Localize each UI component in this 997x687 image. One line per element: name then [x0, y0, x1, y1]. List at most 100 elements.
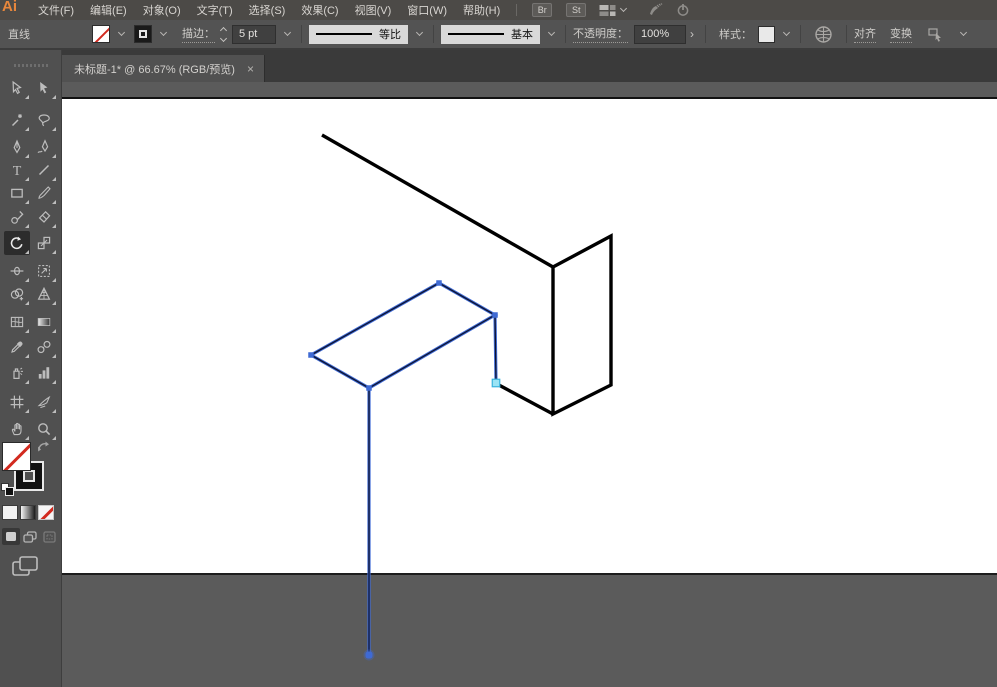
- document-tab[interactable]: 未标题-1* @ 66.67% (RGB/预览) ×: [62, 55, 265, 82]
- shape-builder-tool[interactable]: [4, 282, 30, 306]
- opacity-input[interactable]: 100%: [634, 24, 686, 44]
- menu-item-7[interactable]: 窗口(W): [399, 0, 455, 20]
- eraser-tool[interactable]: [31, 205, 57, 229]
- anchor-point-endpoint-4[interactable]: [365, 651, 373, 659]
- select-similar-icon[interactable]: [928, 27, 946, 42]
- symbol-sprayer-tool[interactable]: [4, 361, 30, 385]
- menu-item-3[interactable]: 文字(T): [189, 0, 241, 20]
- profile-dropdown-button[interactable]: [408, 25, 426, 44]
- line-segment-tool[interactable]: [31, 158, 57, 182]
- workspace-switcher-icon[interactable]: [599, 4, 628, 17]
- menu-item-2[interactable]: 对象(O): [135, 0, 189, 20]
- blend-tool-icon: [37, 340, 51, 354]
- anchor-point-selected-2[interactable]: [492, 312, 498, 318]
- align-panel-link[interactable]: 对齐: [854, 25, 876, 43]
- opacity-panel-link[interactable]: 不透明度：: [573, 25, 628, 43]
- document-setup-globe-icon[interactable]: [814, 25, 833, 44]
- menu-item-1[interactable]: 编辑(E): [82, 0, 135, 20]
- blend-tool[interactable]: [31, 335, 57, 359]
- draw-behind-mode-button[interactable]: [21, 528, 39, 545]
- stroke-weight-input[interactable]: 5 pt: [232, 24, 276, 44]
- opacity-expand-button[interactable]: ›: [690, 27, 694, 41]
- magic-wand-tool[interactable]: [4, 108, 30, 132]
- menu-item-8[interactable]: 帮助(H): [455, 0, 508, 20]
- rectangle-tool[interactable]: [4, 181, 30, 205]
- perspective-grid-tool[interactable]: [31, 282, 57, 306]
- anchor-point-selected-0[interactable]: [308, 352, 314, 358]
- power-icon[interactable]: [676, 3, 690, 17]
- eyedropper-tool[interactable]: [4, 335, 30, 359]
- stock-button[interactable]: St: [566, 3, 587, 17]
- shape-builder-tool-icon: [10, 288, 24, 301]
- gradient-tool[interactable]: [31, 310, 57, 334]
- stroke-swatch[interactable]: [134, 25, 152, 43]
- pen-alt-tool[interactable]: [31, 135, 57, 159]
- direct-selection-tool[interactable]: [4, 76, 30, 100]
- menu-item-0[interactable]: 文件(F): [30, 0, 82, 20]
- anchor-point-selected-3[interactable]: [366, 385, 372, 391]
- free-transform-tool-icon: [38, 265, 50, 277]
- canvas-area[interactable]: [62, 82, 997, 687]
- free-transform-tool[interactable]: [31, 259, 57, 283]
- default-fill-stroke-icon[interactable]: [1, 483, 14, 496]
- fill-color-indicator[interactable]: [2, 442, 31, 471]
- fill-swatch[interactable]: [92, 25, 110, 43]
- anchor-point-selected-1[interactable]: [436, 280, 442, 286]
- artwork-layer[interactable]: [62, 82, 997, 687]
- bridge-button[interactable]: Br: [532, 3, 553, 17]
- artboard-tool[interactable]: [4, 390, 30, 414]
- symbol-sprayer-tool-icon: [13, 367, 23, 379]
- pen-tool[interactable]: [4, 135, 30, 159]
- anchor-point-highlight-5[interactable]: [491, 378, 501, 388]
- artwork-thick-line-2[interactable]: [496, 382, 554, 416]
- menu-item-6[interactable]: 视图(V): [347, 0, 400, 20]
- panel-grip[interactable]: [14, 64, 48, 67]
- share-icon[interactable]: [648, 3, 664, 17]
- style-dropdown-button[interactable]: [775, 25, 793, 44]
- artboard-tool-icon: [10, 395, 24, 409]
- artwork-thick-line-1[interactable]: [551, 233, 613, 417]
- menu-item-4[interactable]: 选择(S): [241, 0, 294, 20]
- brush-select[interactable]: 基本: [441, 24, 540, 44]
- transform-panel-link[interactable]: 变换: [890, 25, 912, 43]
- tab-close-icon[interactable]: ×: [247, 62, 254, 76]
- hand-tool[interactable]: [4, 417, 30, 441]
- svg-text:T: T: [13, 164, 22, 178]
- rectangle-tool-icon: [11, 188, 23, 198]
- stroke-dropdown-button[interactable]: [152, 25, 170, 44]
- style-swatch[interactable]: [758, 25, 775, 43]
- gradient-button[interactable]: [20, 505, 36, 520]
- blob-brush-tool[interactable]: [4, 205, 30, 229]
- lasso-tool[interactable]: [31, 108, 57, 132]
- selection-tool[interactable]: [31, 76, 57, 100]
- width-profile-select[interactable]: 等比: [309, 24, 408, 44]
- scale-tool-icon: [37, 236, 51, 250]
- eyedropper-tool-icon: [11, 341, 23, 353]
- select-similar-dropdown[interactable]: [952, 25, 970, 44]
- scale-tool[interactable]: [31, 231, 57, 255]
- draw-inside-mode-button[interactable]: [40, 528, 58, 545]
- width-tool[interactable]: [4, 259, 30, 283]
- type-tool[interactable]: T: [4, 158, 30, 182]
- screen-mode-button[interactable]: [12, 556, 38, 580]
- stroke-weight-stepper[interactable]: [217, 24, 230, 44]
- draw-normal-mode-button[interactable]: [2, 528, 20, 545]
- artwork-thick-line-0[interactable]: [321, 133, 554, 269]
- line-segment-tool-icon: [38, 164, 50, 176]
- color-button[interactable]: [2, 505, 18, 520]
- swap-fill-stroke-icon[interactable]: [37, 441, 51, 457]
- slice-tool[interactable]: [31, 390, 57, 414]
- none-button[interactable]: [38, 505, 54, 520]
- menu-item-5[interactable]: 效果(C): [293, 0, 346, 20]
- rotate-tool[interactable]: [4, 231, 30, 255]
- fill-dropdown-button[interactable]: [110, 25, 128, 44]
- brush-line-preview: [448, 33, 504, 35]
- mesh-tool[interactable]: [4, 310, 30, 334]
- stroke-panel-link[interactable]: 描边：: [182, 25, 215, 43]
- column-graph-tool[interactable]: [31, 361, 57, 385]
- column-graph-tool-icon: [38, 367, 50, 379]
- brush-dropdown-button[interactable]: [540, 25, 558, 44]
- zoom-tool[interactable]: [31, 417, 57, 441]
- paintbrush-tool[interactable]: [31, 181, 57, 205]
- stroke-weight-dropdown[interactable]: [276, 25, 294, 44]
